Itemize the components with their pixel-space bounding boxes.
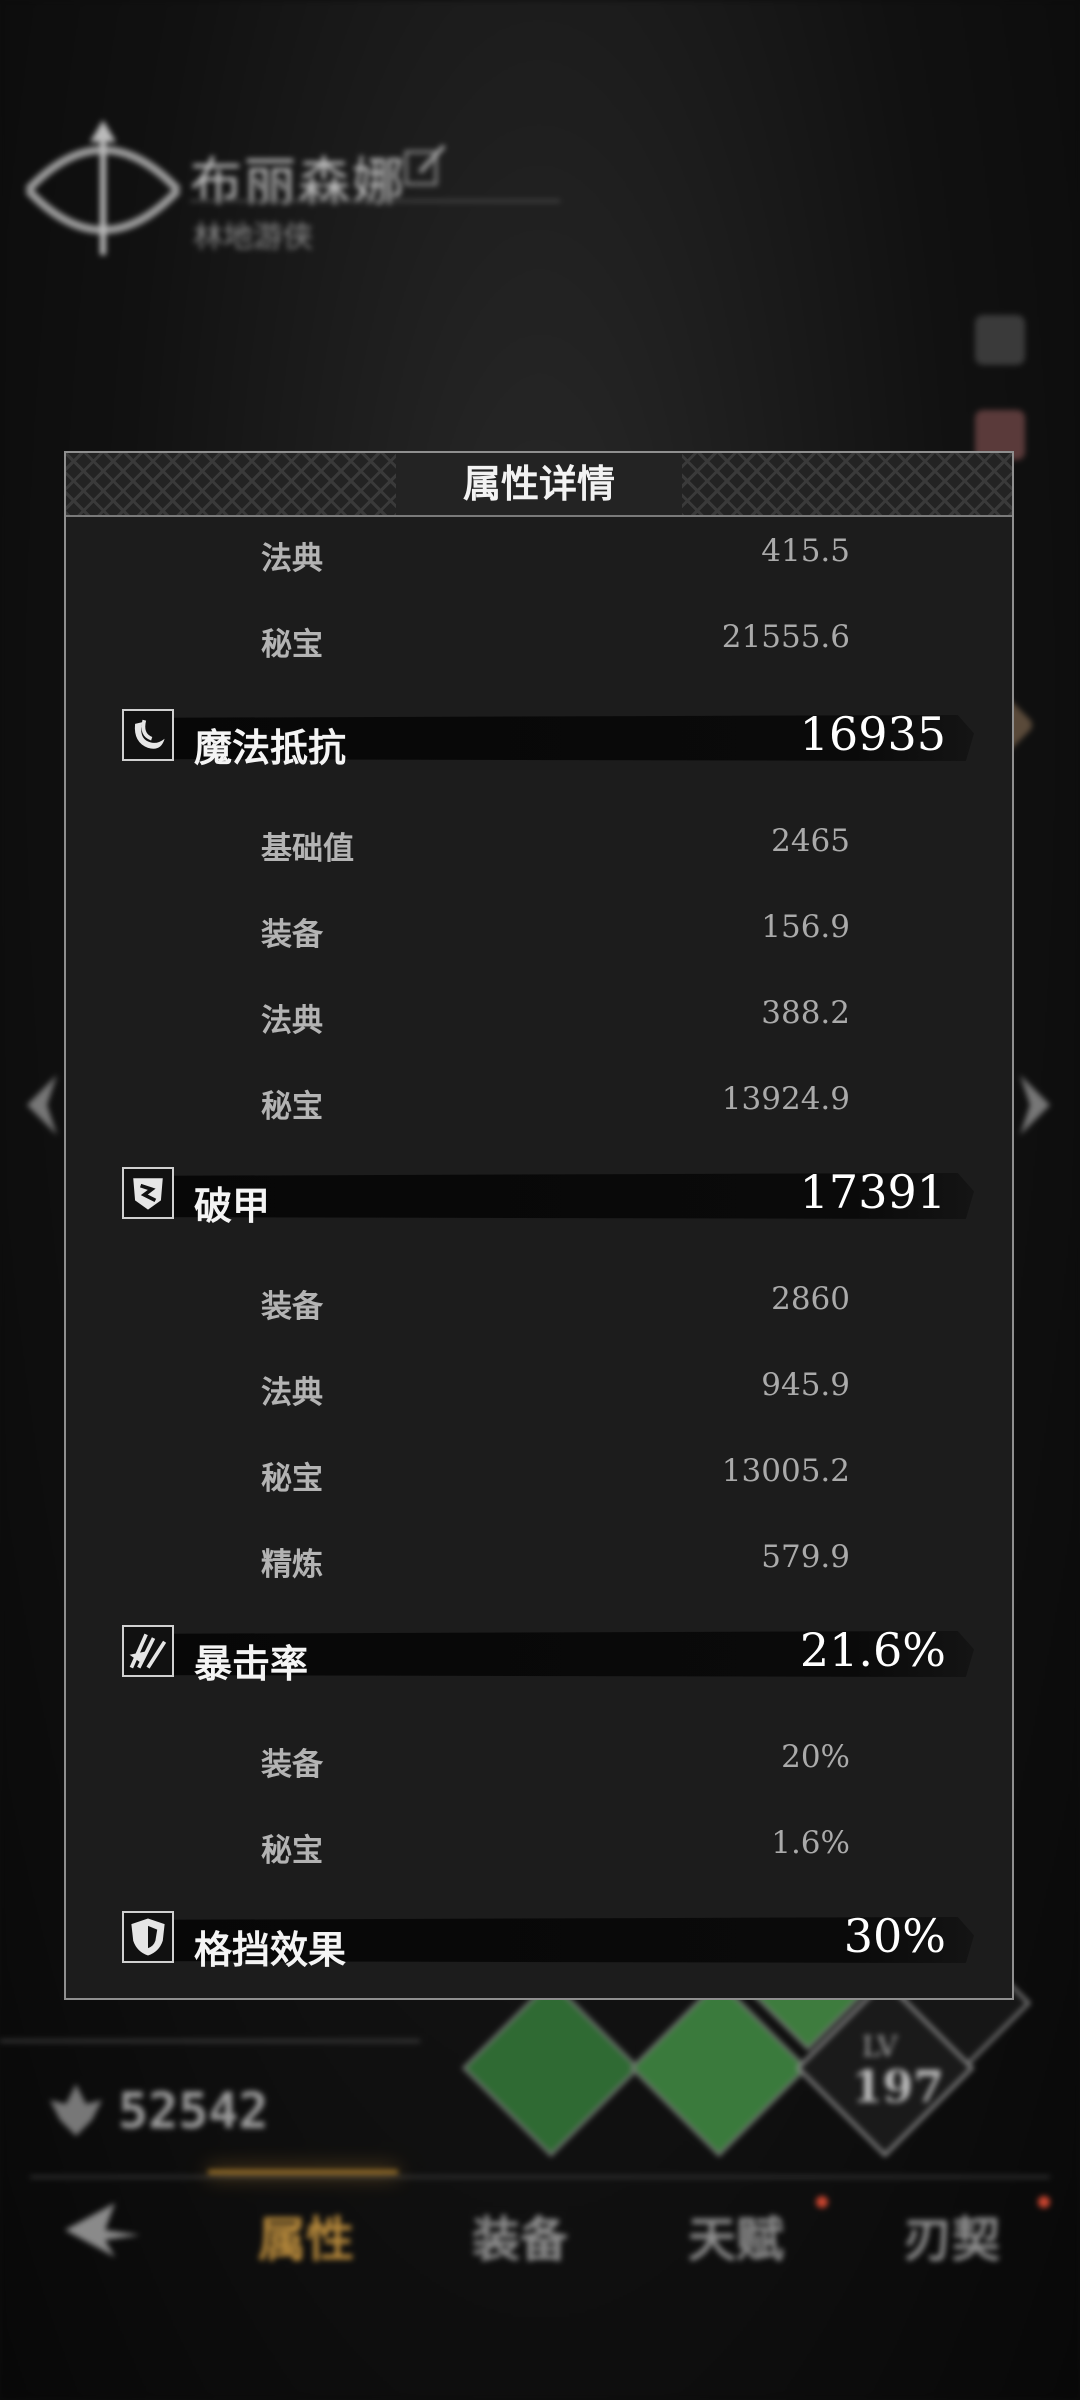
source-label: 装备 — [261, 1747, 323, 1783]
source-label: 秘宝 — [261, 1089, 323, 1125]
source-value: 13005.2 — [721, 1453, 850, 1489]
back-icon[interactable] — [55, 2195, 145, 2265]
armor-break-icon — [122, 1167, 174, 1219]
source-value: 13924.9 — [721, 1081, 850, 1117]
source-label: 装备 — [261, 1289, 323, 1325]
attribute-header-crit-rate: 暴击率 21.6% — [122, 1623, 992, 1686]
arrow-right-icon[interactable] — [1015, 1070, 1055, 1140]
source-label: 秘宝 — [261, 627, 323, 663]
character-name: 布丽森娜 — [190, 153, 407, 213]
source-value: 388.2 — [761, 995, 850, 1031]
attribute-header-block-effect: 格挡效果 30% — [122, 1909, 992, 1972]
source-value: 579.9 — [761, 1539, 850, 1575]
source-value: 415.5 — [761, 533, 850, 569]
source-value: 20% — [781, 1739, 850, 1775]
notification-dot — [816, 2196, 828, 2208]
source-value: 156.9 — [761, 909, 850, 945]
arrow-left-icon[interactable] — [22, 1070, 62, 1140]
tab-equipment[interactable]: 装备 — [472, 2200, 568, 2270]
attribute-total: 21.6% — [799, 1623, 946, 1677]
source-value: 2860 — [771, 1281, 850, 1317]
magic-resist-icon — [122, 709, 174, 761]
tab-talent[interactable]: 天赋 — [688, 2200, 784, 2270]
source-label: 精炼 — [261, 1547, 323, 1583]
source-value: 1.6% — [771, 1825, 850, 1861]
source-label: 装备 — [261, 917, 323, 953]
source-value: 2465 — [771, 823, 850, 859]
active-tab-indicator — [208, 2170, 398, 2174]
attribute-name: 破甲 — [194, 1183, 271, 1228]
attribute-header-magic-resist: 魔法抵抗 16935 — [122, 707, 992, 770]
dialog-title: 属性详情 — [462, 461, 615, 506]
attribute-name: 魔法抵抗 — [194, 725, 347, 770]
attribute-header-armor-break: 破甲 17391 — [122, 1165, 992, 1228]
source-value: 945.9 — [761, 1367, 850, 1403]
level-label: LV — [862, 2030, 898, 2063]
attribute-total: 17391 — [799, 1165, 946, 1219]
source-label: 基础值 — [261, 831, 354, 867]
source-label: 法典 — [261, 541, 323, 577]
dialog-header: 属性详情 — [66, 453, 1012, 517]
name-divider — [190, 200, 560, 202]
character-class: 林地游侠 — [193, 220, 313, 255]
block-effect-icon — [122, 1911, 174, 1963]
combat-power-value: 52542 — [118, 2082, 269, 2140]
attribute-details-dialog: 属性详情 法典 415.5 秘宝 21555.6 魔法抵抗 16935 基础值 … — [64, 451, 1014, 2000]
attribute-total: 30% — [843, 1909, 946, 1963]
side-skill-icon[interactable] — [975, 315, 1025, 365]
source-label: 法典 — [261, 1003, 323, 1039]
power-divider — [0, 2040, 420, 2042]
nav-divider — [30, 2176, 1050, 2178]
combat-power-icon — [50, 2084, 102, 2136]
bow-emblem-icon — [25, 120, 181, 255]
source-value: 21555.6 — [721, 619, 850, 655]
attribute-name: 格挡效果 — [194, 1927, 347, 1972]
attribute-total: 16935 — [799, 707, 946, 761]
source-label: 秘宝 — [261, 1833, 323, 1869]
attribute-name: 暴击率 — [194, 1641, 309, 1686]
source-label: 秘宝 — [261, 1461, 323, 1497]
level-value: 197 — [852, 2062, 944, 2113]
crit-rate-icon — [122, 1625, 174, 1677]
source-label: 法典 — [261, 1375, 323, 1411]
edit-icon[interactable] — [400, 142, 450, 192]
notification-dot — [1038, 2196, 1050, 2208]
tab-blade-pact[interactable]: 刃契 — [904, 2200, 1000, 2270]
tab-attributes[interactable]: 属性 — [258, 2200, 354, 2270]
